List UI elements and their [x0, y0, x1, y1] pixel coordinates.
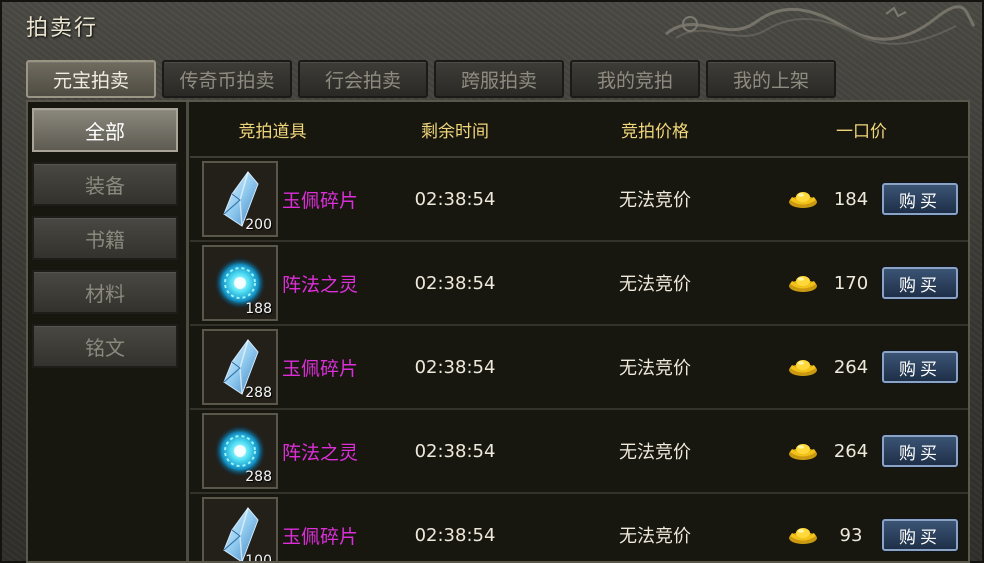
item-cell: 200 玉佩碎片	[190, 157, 359, 241]
bid-price: 无法竞价	[619, 442, 691, 463]
gold-ingot-icon	[789, 276, 817, 292]
buyout-cell: 93 购买	[755, 519, 968, 551]
window-title: 拍卖行	[26, 16, 99, 41]
bid-price: 无法竞价	[619, 274, 691, 295]
tab-my-listings[interactable]: 我的上架	[706, 60, 836, 98]
category-tabs: 元宝拍卖 传奇币拍卖 行会拍卖 跨服拍卖 我的竞拍 我的上架	[26, 60, 836, 98]
item-cell: 100 玉佩碎片	[190, 493, 359, 561]
remaining-time: 02:38:54	[414, 188, 496, 210]
filter-equipment[interactable]: 装备	[32, 162, 178, 206]
header-bid: 竞拍价格	[621, 121, 689, 142]
table-row[interactable]: 288 玉佩碎片 02:38:54 无法竞价 264 购买	[190, 326, 968, 410]
filter-materials[interactable]: 材料	[32, 270, 178, 314]
filter-books[interactable]: 书籍	[32, 216, 178, 260]
header-buyout: 一口价	[836, 121, 887, 142]
item-quantity: 100	[245, 553, 272, 561]
table-body: 200 玉佩碎片 02:38:54 无法竞价 184 购买 188 阵法之灵 0…	[190, 158, 968, 561]
buy-button[interactable]: 购买	[882, 435, 958, 467]
auction-table: 竞拍道具 剩余时间 竞拍价格 一口价 200 玉佩碎片 02:38:54 无法竞…	[190, 102, 968, 561]
tab-guild-auction[interactable]: 行会拍卖	[298, 60, 428, 98]
item-icon-slot[interactable]: 200	[202, 161, 278, 237]
buyout-price: 264	[833, 440, 869, 462]
item-icon-slot[interactable]: 288	[202, 329, 278, 405]
item-name: 阵法之灵	[282, 273, 359, 296]
filter-all[interactable]: 全部	[32, 108, 178, 152]
bid-price: 无法竞价	[619, 358, 691, 379]
buyout-cell: 184 购买	[755, 183, 968, 215]
buyout-price: 93	[839, 524, 863, 546]
gold-ingot-icon	[789, 360, 817, 376]
item-cell: 288 阵法之灵	[190, 409, 359, 493]
item-name: 玉佩碎片	[282, 189, 359, 212]
item-quantity: 188	[245, 301, 272, 317]
item-quantity: 200	[245, 217, 272, 233]
filter-inscriptions[interactable]: 铭文	[32, 324, 178, 368]
gold-ingot-icon	[789, 192, 817, 208]
auction-window: 拍卖行 元宝拍卖 传奇币拍卖 行会拍卖 跨服拍卖 我的竞拍 我的上架 全部 装备…	[0, 0, 984, 563]
table-row[interactable]: 288 阵法之灵 02:38:54 无法竞价 264 购买	[190, 410, 968, 494]
table-header: 竞拍道具 剩余时间 竞拍价格 一口价	[190, 102, 968, 158]
bid-price: 无法竞价	[619, 526, 691, 547]
buyout-price: 184	[833, 188, 869, 210]
gold-ingot-icon	[789, 444, 817, 460]
tab-yuanbao-auction[interactable]: 元宝拍卖	[26, 60, 156, 98]
bid-price: 无法竞价	[619, 190, 691, 211]
buy-button[interactable]: 购买	[882, 351, 958, 383]
tab-my-bids[interactable]: 我的竞拍	[570, 60, 700, 98]
table-row[interactable]: 100 玉佩碎片 02:38:54 无法竞价 93 购买	[190, 494, 968, 561]
buy-button[interactable]: 购买	[882, 183, 958, 215]
remaining-time: 02:38:54	[414, 440, 496, 462]
item-quantity: 288	[245, 469, 272, 485]
filter-sidebar: 全部 装备 书籍 材料 铭文	[32, 108, 184, 378]
tab-legend-coin-auction[interactable]: 传奇币拍卖	[162, 60, 292, 98]
gold-ingot-icon	[789, 528, 817, 544]
tab-cross-server-auction[interactable]: 跨服拍卖	[434, 60, 564, 98]
buyout-price: 170	[833, 272, 869, 294]
dragon-ornament-icon	[665, 5, 976, 45]
header-item: 竞拍道具	[238, 121, 307, 142]
title-bar[interactable]: 拍卖行	[2, 2, 984, 48]
auction-panel: 全部 装备 书籍 材料 铭文 竞拍道具 剩余时间 竞拍价格 一口价 200 玉佩…	[26, 100, 970, 563]
table-row[interactable]: 200 玉佩碎片 02:38:54 无法竞价 184 购买	[190, 158, 968, 242]
table-row[interactable]: 188 阵法之灵 02:38:54 无法竞价 170 购买	[190, 242, 968, 326]
buyout-cell: 264 购买	[755, 351, 968, 383]
item-icon-slot[interactable]: 100	[202, 497, 278, 561]
item-name: 玉佩碎片	[282, 357, 359, 380]
buyout-cell: 170 购买	[755, 267, 968, 299]
item-quantity: 288	[245, 385, 272, 401]
item-icon-slot[interactable]: 288	[202, 413, 278, 489]
buy-button[interactable]: 购买	[882, 519, 958, 551]
remaining-time: 02:38:54	[414, 356, 496, 378]
item-cell: 288 玉佩碎片	[190, 325, 359, 409]
header-time: 剩余时间	[421, 121, 489, 142]
remaining-time: 02:38:54	[414, 272, 496, 294]
buyout-price: 264	[833, 356, 869, 378]
item-name: 玉佩碎片	[282, 525, 359, 548]
item-cell: 188 阵法之灵	[190, 241, 359, 325]
buyout-cell: 264 购买	[755, 435, 968, 467]
remaining-time: 02:38:54	[414, 524, 496, 546]
buy-button[interactable]: 购买	[882, 267, 958, 299]
item-icon-slot[interactable]: 188	[202, 245, 278, 321]
divider	[186, 102, 189, 561]
item-name: 阵法之灵	[282, 441, 359, 464]
